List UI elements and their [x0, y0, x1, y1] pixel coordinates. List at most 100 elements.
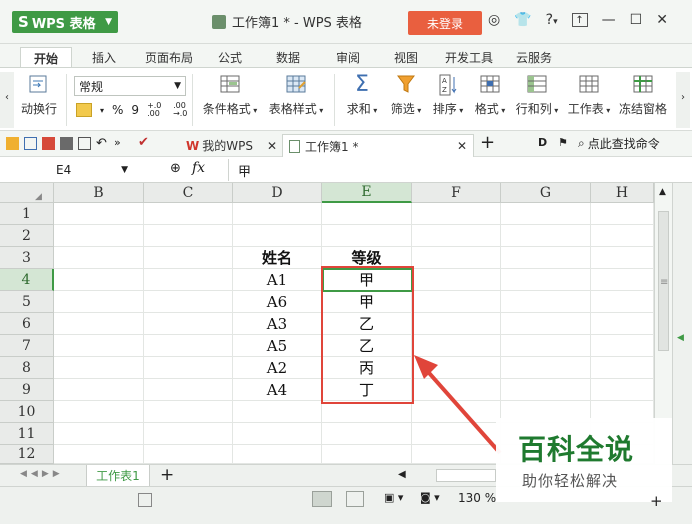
grid-cell[interactable]	[54, 313, 144, 335]
zoom-lookup-icon[interactable]: ⊕	[170, 161, 181, 176]
tab-formula[interactable]: 公式	[210, 47, 250, 68]
row-header-3[interactable]: 3	[0, 247, 54, 269]
command-search[interactable]: ⌕ 点此查找命令	[578, 135, 660, 152]
grid-cell[interactable]	[54, 423, 144, 445]
grid-cell[interactable]	[591, 379, 654, 401]
cell-d5[interactable]: A6	[233, 291, 322, 313]
sort-button[interactable]: AZ 排序 ▾	[428, 74, 468, 117]
row-header-9[interactable]: 9	[0, 379, 54, 401]
grid-cell[interactable]	[591, 313, 654, 335]
grid-cell[interactable]	[144, 445, 233, 464]
grid-cell[interactable]	[591, 291, 654, 313]
grid-cell[interactable]	[54, 247, 144, 269]
grid-cell[interactable]	[501, 225, 591, 247]
hscroll-left-icon[interactable]: ◀	[398, 469, 406, 480]
grid-cell[interactable]	[233, 445, 322, 464]
grid-cell[interactable]	[591, 247, 654, 269]
comma-button[interactable]: 9	[131, 103, 139, 117]
row-column-button[interactable]: 行和列 ▾	[512, 74, 562, 117]
grid-cell[interactable]	[501, 291, 591, 313]
grid-cell[interactable]	[322, 225, 412, 247]
close-icon[interactable]: ✕	[656, 12, 668, 28]
wrap-text-button[interactable]: 动换行	[18, 74, 60, 117]
grid-cell[interactable]	[54, 225, 144, 247]
table-style-button[interactable]: 表格样式 ▾	[264, 74, 328, 117]
grid-cell[interactable]	[54, 357, 144, 379]
collapse-ribbon-icon[interactable]: ↑	[571, 13, 588, 27]
cell-e3[interactable]: 等级	[322, 247, 412, 269]
row-header-11[interactable]: 11	[0, 423, 54, 445]
tab-workbook[interactable]: 工作簿1 * ✕	[282, 134, 474, 157]
row-header-12[interactable]: 12	[0, 445, 54, 464]
tab-insert[interactable]: 插入	[84, 47, 124, 68]
formula-input[interactable]: 甲	[238, 161, 251, 180]
column-header-c[interactable]: C	[144, 183, 233, 203]
pin-icon[interactable]: ✔	[138, 135, 149, 150]
grid-cell[interactable]	[144, 269, 233, 291]
save-icon[interactable]	[24, 137, 37, 150]
new-tab-button[interactable]: +	[480, 132, 495, 153]
column-header-e[interactable]: E	[322, 183, 412, 203]
column-header-f[interactable]: F	[412, 183, 501, 203]
sheet-tab-1[interactable]: 工作表1	[86, 465, 150, 487]
grid-cell[interactable]	[591, 357, 654, 379]
grid-cell[interactable]	[233, 225, 322, 247]
freeze-panes-button[interactable]: 冻结窗格	[616, 74, 670, 117]
cell-e5[interactable]: 甲	[322, 291, 412, 313]
row-header-5[interactable]: 5	[0, 291, 54, 313]
minimize-icon[interactable]: —	[602, 12, 616, 28]
scroll-up-icon[interactable]: ▲	[659, 187, 666, 197]
grid-cell[interactable]	[412, 269, 501, 291]
ribbon-scroll-left[interactable]: ‹	[0, 72, 14, 128]
grid-cell[interactable]	[501, 357, 591, 379]
tab-data[interactable]: 数据	[268, 47, 308, 68]
horizontal-scrollbar-thumb[interactable]	[436, 469, 496, 482]
grid-cell[interactable]	[144, 401, 233, 423]
tab-review[interactable]: 审阅	[328, 47, 368, 68]
cell-d6[interactable]: A3	[233, 313, 322, 335]
column-header-g[interactable]: G	[501, 183, 591, 203]
grid-cell[interactable]	[54, 203, 144, 225]
row-header-8[interactable]: 8	[0, 357, 54, 379]
tab-cloud[interactable]: 云服务	[508, 47, 560, 68]
reading-view-icon[interactable]: ◙ ▾	[420, 491, 440, 504]
grid-cell[interactable]	[54, 291, 144, 313]
grid-cell[interactable]	[501, 269, 591, 291]
grid-cell[interactable]	[501, 335, 591, 357]
tab-my-wps[interactable]: W 我的WPS ✕	[186, 134, 278, 157]
grid-cell[interactable]	[591, 335, 654, 357]
grid-cell[interactable]	[144, 357, 233, 379]
filter-button[interactable]: 筛选 ▾	[386, 74, 426, 117]
grid-cell[interactable]	[412, 203, 501, 225]
help-button[interactable]: ?▾	[546, 12, 558, 28]
layout-icon[interactable]: D	[538, 136, 547, 149]
column-header-h[interactable]: H	[591, 183, 654, 203]
grid-cell[interactable]	[144, 247, 233, 269]
cell-d8[interactable]: A2	[233, 357, 322, 379]
side-panel-toggle-icon[interactable]: ◀	[677, 333, 684, 343]
function-button[interactable]: fx	[192, 160, 205, 176]
grid-cell[interactable]	[144, 313, 233, 335]
grid-cell[interactable]	[412, 313, 501, 335]
ribbon-scroll-right[interactable]: ›	[676, 72, 690, 128]
grid-cell[interactable]	[233, 423, 322, 445]
row-header-10[interactable]: 10	[0, 401, 54, 423]
grid-cell[interactable]	[54, 401, 144, 423]
grid-cell[interactable]	[144, 203, 233, 225]
pdf-export-icon[interactable]	[42, 137, 55, 150]
percent-button[interactable]: %	[112, 103, 123, 117]
open-folder-icon[interactable]	[6, 137, 19, 150]
select-all-corner[interactable]: ◢	[0, 183, 54, 203]
tab-page-layout[interactable]: 页面布局	[138, 47, 200, 68]
grid-cell[interactable]	[412, 247, 501, 269]
currency-icon[interactable]	[76, 103, 92, 117]
grid-cell[interactable]	[144, 423, 233, 445]
print-preview-icon[interactable]	[78, 137, 91, 150]
zoom-level[interactable]: 130 %	[458, 491, 496, 505]
grid-cell[interactable]	[501, 247, 591, 269]
grid-cell[interactable]	[501, 313, 591, 335]
cell-d7[interactable]: A5	[233, 335, 322, 357]
grid-cell[interactable]	[501, 379, 591, 401]
format-button[interactable]: 格式 ▾	[470, 74, 510, 117]
row-header-1[interactable]: 1	[0, 203, 54, 225]
